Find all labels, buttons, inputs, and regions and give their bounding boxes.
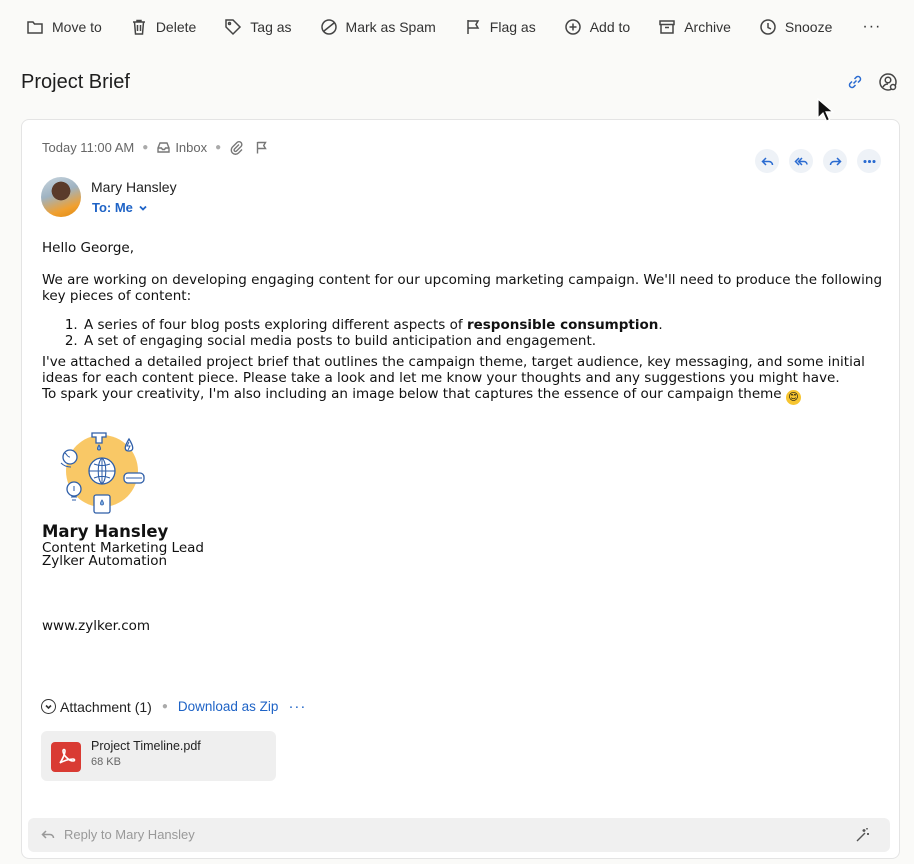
pdf-icon: [51, 742, 81, 772]
campaign-illustration: [60, 432, 145, 514]
signature-name: Mary Hansley: [42, 522, 169, 541]
separator-dot: ●: [215, 142, 222, 153]
reply-placeholder: Reply to Mary Hansley: [64, 827, 195, 842]
contact-settings-icon[interactable]: [878, 72, 898, 92]
list-text: .: [658, 317, 663, 333]
smile-emoji: 😊: [785, 390, 801, 405]
attachment-more-button[interactable]: ···: [288, 698, 306, 715]
reply-icon: [41, 830, 55, 839]
message-actions: [745, 149, 881, 173]
link-icon[interactable]: [845, 72, 865, 92]
inbox-icon: [157, 142, 171, 153]
page-title: Project Brief: [21, 71, 130, 93]
flag-as-button[interactable]: Flag as: [464, 12, 536, 42]
flag-as-label: Flag as: [489, 19, 536, 35]
more-options-button[interactable]: [857, 149, 881, 173]
folder-label: Inbox: [175, 140, 208, 155]
forward-button[interactable]: [823, 149, 847, 173]
collapse-toggle[interactable]: [41, 699, 56, 714]
move-to-label: Move to: [52, 19, 102, 35]
body-text: To spark your creativity, I'm also inclu…: [42, 386, 782, 402]
avatar[interactable]: [41, 177, 81, 217]
move-to-button[interactable]: Move to: [26, 12, 102, 42]
magic-wand-icon[interactable]: [854, 826, 872, 844]
signature-website[interactable]: www.zylker.com: [42, 618, 150, 634]
archive-button[interactable]: Archive: [658, 12, 731, 42]
email-time: Today 11:00 AM: [42, 140, 135, 155]
signature-company: Zylker Automation: [42, 553, 168, 569]
download-zip-link[interactable]: Download as Zip: [178, 699, 279, 714]
flag-icon[interactable]: [254, 140, 269, 155]
email-body: Hello George, We are working on developi…: [42, 240, 887, 405]
recipient-toggle[interactable]: To: Me: [92, 200, 149, 215]
paperclip-icon[interactable]: [229, 140, 244, 155]
chevron-down-icon: [45, 704, 52, 710]
clock-icon: [760, 19, 776, 35]
reply-icon: [760, 156, 773, 166]
body-paragraph: I've attached a detailed project brief t…: [42, 354, 865, 386]
mouse-cursor: [817, 98, 834, 122]
attachment-label: Attachment (1): [60, 698, 152, 715]
archive-icon: [659, 20, 675, 34]
separator-dot: ●: [142, 142, 149, 153]
file-name: Project Timeline.pdf: [91, 739, 201, 753]
chevron-down-icon: [139, 205, 147, 211]
add-to-label: Add to: [589, 19, 631, 35]
attachment-header: Attachment (1) ● Download as Zip ···: [41, 698, 306, 715]
archive-label: Archive: [684, 19, 731, 35]
spam-icon: [320, 19, 337, 35]
greeting: Hello George,: [42, 240, 135, 256]
separator-dot: ●: [161, 701, 168, 712]
tag-as-button[interactable]: Tag as: [224, 12, 292, 42]
sender-name[interactable]: Mary Hansley: [91, 179, 177, 195]
list-item: A set of engaging social media posts to …: [82, 333, 887, 349]
ellipsis-icon: [862, 159, 876, 163]
plus-circle-icon: [564, 19, 581, 35]
delete-label: Delete: [155, 19, 197, 35]
delete-button[interactable]: Delete: [130, 12, 196, 42]
reply-all-icon: [793, 156, 808, 166]
file-size: 68 KB: [91, 756, 121, 768]
snooze-button[interactable]: Snooze: [759, 12, 832, 42]
recipient-label: To: Me: [92, 200, 133, 215]
flag-icon: [467, 20, 480, 34]
snooze-label: Snooze: [784, 19, 833, 35]
more-actions-button[interactable]: ···: [862, 12, 881, 42]
reply-button[interactable]: [755, 149, 779, 173]
tag-as-label: Tag as: [250, 19, 292, 35]
attachment-file[interactable]: Project Timeline.pdf 68 KB: [41, 731, 276, 781]
reply-box[interactable]: Reply to Mary Hansley: [28, 818, 890, 852]
list-bold: responsible consumption: [466, 317, 659, 333]
folder-icon: [27, 21, 43, 34]
forward-icon: [829, 156, 842, 166]
body-paragraph: We are working on developing engaging co…: [42, 272, 883, 304]
email-meta: Today 11:00 AM ● Inbox ●: [42, 140, 269, 155]
body-paragraph: To spark your creativity, I'm also inclu…: [42, 386, 887, 405]
list-text: A series of four blog posts exploring di…: [84, 317, 467, 333]
tag-icon: [225, 19, 242, 36]
folder-tag[interactable]: Inbox: [156, 140, 207, 155]
trash-icon: [132, 19, 145, 35]
email-card: Today 11:00 AM ● Inbox ● Mary Hansley To…: [21, 119, 900, 859]
mark-spam-button[interactable]: Mark as Spam: [320, 12, 436, 42]
list-item: A series of four blog posts exploring di…: [82, 317, 887, 333]
content-list: A series of four blog posts exploring di…: [82, 317, 887, 349]
mark-spam-label: Mark as Spam: [345, 19, 436, 35]
add-to-button[interactable]: Add to: [564, 12, 630, 42]
reply-all-button[interactable]: [789, 149, 813, 173]
toolbar: Move to Delete Tag as Mark as Spam Flag …: [0, 0, 914, 54]
